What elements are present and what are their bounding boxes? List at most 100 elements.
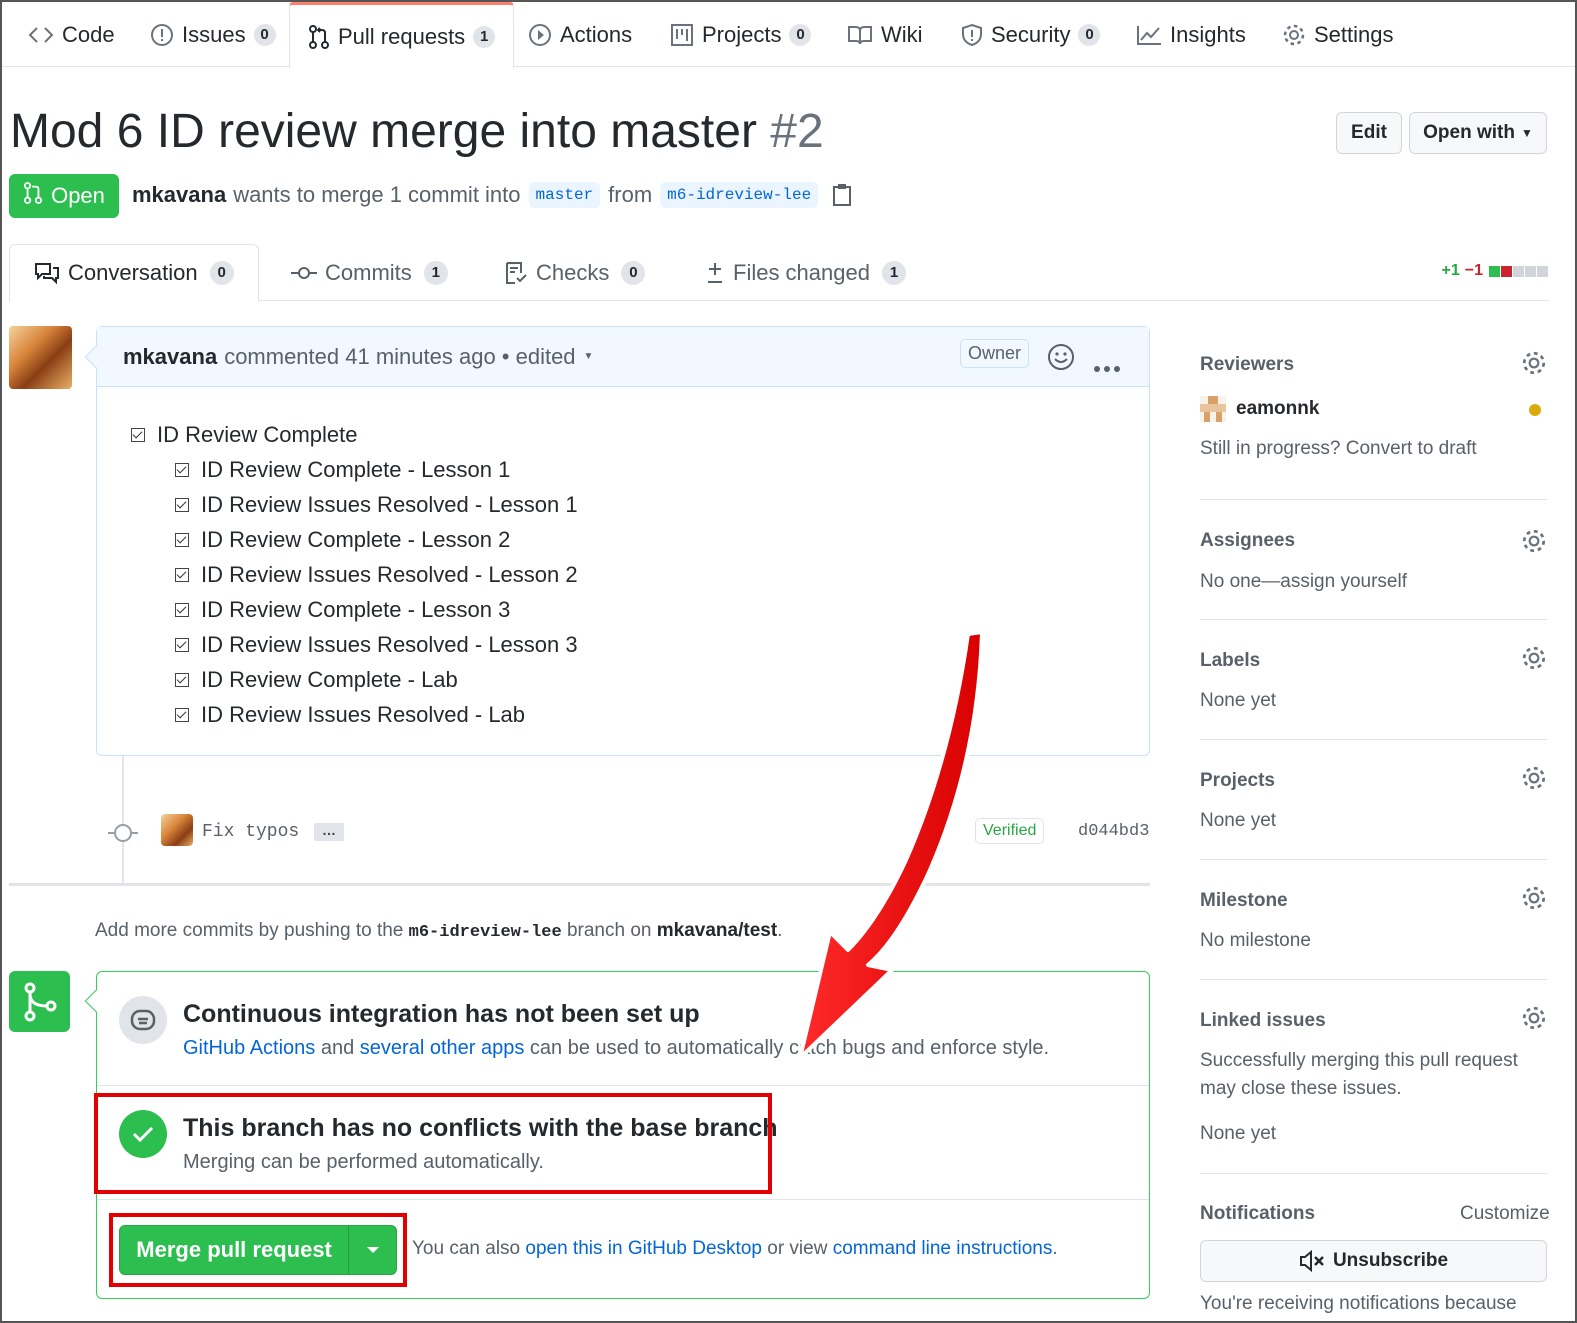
timeline-line xyxy=(122,756,124,884)
task-label: ID Review Complete - Lesson 1 xyxy=(201,456,511,482)
ci-title: Continuous integration has not been set … xyxy=(183,1000,700,1028)
sidebar-projects: Projects None yet xyxy=(1200,740,1547,860)
task-item[interactable]: ID Review Issues Resolved - Lesson 1 xyxy=(175,487,1115,522)
smiley-icon[interactable] xyxy=(1047,343,1075,377)
tab-files-changed[interactable]: Files changed 1 xyxy=(705,244,906,301)
mute-icon xyxy=(1299,1250,1325,1272)
tab-checks-label: Checks xyxy=(536,259,610,285)
task-item[interactable]: ID Review Complete - Lesson 1 xyxy=(175,452,1115,487)
other-apps-link[interactable]: several other apps xyxy=(360,1037,525,1059)
task-checkbox[interactable] xyxy=(175,567,189,582)
sidebar-reviewers: Reviewers eamonnk Still in progress? Con… xyxy=(1200,340,1547,500)
base-branch[interactable]: master xyxy=(528,182,601,208)
task-checkbox[interactable] xyxy=(175,497,189,512)
chevron-down-icon[interactable]: ▼ xyxy=(584,351,594,362)
commit-icon xyxy=(291,262,317,284)
security-count: 0 xyxy=(1078,23,1101,46)
tab-projects[interactable]: Projects 0 xyxy=(670,2,812,67)
repo-nav: Code Issues 0 Pull requests 1 Actions Pr… xyxy=(2,2,1575,68)
tab-insights-label: Insights xyxy=(1170,21,1246,47)
tab-conversation[interactable]: Conversation 0 xyxy=(9,244,259,302)
commit-sha[interactable]: d044bd3 xyxy=(1078,822,1149,841)
gear-icon[interactable] xyxy=(1521,528,1547,559)
reviewer-item[interactable]: eamonnk xyxy=(1200,396,1319,422)
owner-badge: Owner xyxy=(959,339,1029,368)
task-label: ID Review Complete - Lesson 3 xyxy=(201,596,511,622)
task-checkbox[interactable] xyxy=(175,462,189,477)
ci-icon xyxy=(119,996,167,1044)
gear-icon[interactable] xyxy=(1521,765,1547,796)
gear-icon[interactable] xyxy=(1521,350,1547,381)
pull-requests-count: 1 xyxy=(473,25,496,48)
comment-header: mkavana commented 41 minutes ago • edite… xyxy=(84,327,1149,387)
highlight-box xyxy=(109,1213,407,1287)
unsubscribe-button[interactable]: Unsubscribe xyxy=(1200,1240,1547,1282)
diffstat-block-neutral xyxy=(1513,265,1524,277)
gear-icon[interactable] xyxy=(1521,885,1547,916)
tab-pull-requests[interactable]: Pull requests 1 xyxy=(289,2,515,68)
avatar[interactable] xyxy=(9,326,72,389)
tab-checks[interactable]: Checks 0 xyxy=(504,244,646,301)
convert-to-draft-link[interactable]: Still in progress? Convert to draft xyxy=(1200,438,1477,460)
tab-issues[interactable]: Issues 0 xyxy=(150,2,276,67)
diff-icon xyxy=(705,261,725,285)
pr-from-text: from xyxy=(608,182,653,207)
pull-request-icon xyxy=(308,24,330,49)
edit-button[interactable]: Edit xyxy=(1336,112,1402,154)
assignees-value[interactable]: No one—assign yourself xyxy=(1200,571,1407,593)
labels-value: None yet xyxy=(1200,690,1277,711)
tab-code[interactable]: Code xyxy=(28,2,115,67)
highlight-box xyxy=(94,1093,772,1194)
diffstat-block-removed xyxy=(1501,265,1512,277)
expand-commit-button[interactable]: … xyxy=(314,823,344,841)
task-item[interactable]: ID Review Issues Resolved - Lesson 2 xyxy=(175,557,1115,592)
tab-commits[interactable]: Commits 1 xyxy=(291,244,448,301)
customize-link[interactable]: Customize xyxy=(1460,1203,1550,1225)
avatar[interactable] xyxy=(161,814,193,846)
task-checkbox[interactable] xyxy=(175,707,189,722)
task-checkbox[interactable] xyxy=(175,672,189,687)
tab-actions[interactable]: Actions xyxy=(528,2,632,67)
task-checkbox[interactable] xyxy=(131,427,145,442)
pr-author[interactable]: mkavana xyxy=(132,182,226,208)
unsubscribe-label: Unsubscribe xyxy=(1332,1250,1449,1271)
clipboard-icon[interactable] xyxy=(832,183,852,207)
head-branch[interactable]: m6-idreview-lee xyxy=(660,182,819,208)
comment-author[interactable]: mkavana xyxy=(123,344,217,370)
task-item[interactable]: ID Review Complete - Lesson 2 xyxy=(175,522,1115,557)
task-checkbox[interactable] xyxy=(175,637,189,652)
gear-icon[interactable] xyxy=(1521,645,1547,676)
task-checkbox[interactable] xyxy=(175,602,189,617)
sidebar-linked-issues: Linked issues Successfully merging this … xyxy=(1200,980,1547,1174)
open-with-button[interactable]: Open with ▼ xyxy=(1409,112,1547,154)
tab-insights[interactable]: Insights xyxy=(1136,2,1246,67)
github-desktop-link[interactable]: open this in GitHub Desktop xyxy=(525,1238,762,1259)
pr-meta: mkavana wants to merge 1 commit into mas… xyxy=(132,182,852,208)
commit-message[interactable]: Fix typos xyxy=(202,822,299,842)
tab-code-label: Code xyxy=(62,21,115,47)
checks-count: 0 xyxy=(621,260,646,285)
command-line-link[interactable]: command line instructions xyxy=(833,1238,1053,1259)
tab-pull-requests-label: Pull requests xyxy=(338,23,466,49)
linked-issues-text: Successfully merging this pull request xyxy=(1200,1050,1518,1071)
comment-meta[interactable]: commented 41 minutes ago • edited xyxy=(224,344,575,370)
task-label: ID Review Issues Resolved - Lesson 1 xyxy=(201,491,578,517)
task-checkbox[interactable] xyxy=(175,532,189,547)
gear-icon[interactable] xyxy=(1521,1005,1547,1036)
task-item[interactable]: ID Review Complete xyxy=(131,417,1115,452)
projects-value: None yet xyxy=(1200,810,1277,831)
tab-security[interactable]: Security 0 xyxy=(961,2,1101,67)
kebab-horizontal-icon[interactable] xyxy=(1093,353,1121,379)
linked-issues-value: None yet xyxy=(1200,1123,1277,1144)
github-actions-link[interactable]: GitHub Actions xyxy=(183,1037,315,1059)
gear-icon xyxy=(1282,23,1306,47)
linked-issues-heading: Linked issues xyxy=(1200,1010,1326,1031)
tab-security-label: Security xyxy=(991,21,1071,47)
alt-text: . xyxy=(1052,1238,1058,1259)
tab-settings[interactable]: Settings xyxy=(1282,2,1394,67)
tab-settings-label: Settings xyxy=(1314,21,1394,47)
tab-wiki[interactable]: Wiki xyxy=(847,2,923,67)
projects-count: 0 xyxy=(789,23,812,46)
reviewers-heading: Reviewers xyxy=(1200,354,1295,375)
merge-alternatives: You can also open this in GitHub Desktop… xyxy=(412,1238,1058,1260)
